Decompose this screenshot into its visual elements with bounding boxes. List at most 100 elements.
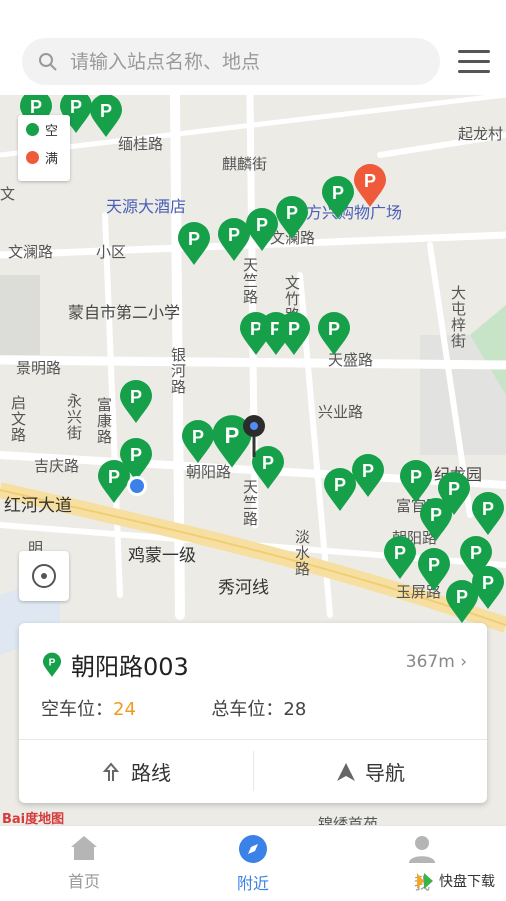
map-label: 启文路 [9,395,27,443]
legend-free-label: 空 [45,123,59,139]
station-stats: 空车位：24 总车位：28 [41,695,306,721]
map-label: 文澜路 [8,243,54,261]
navigate-label: 导航 [365,761,405,785]
svg-text:P: P [30,97,42,117]
svg-text:P: P [286,203,298,223]
map-label: 天竺路 [241,257,259,305]
menu-icon[interactable] [458,50,490,76]
parking-pin-free[interactable]: P [88,95,124,139]
map-label: 大屯梓街 [449,285,467,349]
legend-free: 空 [26,115,70,143]
route-label: 路线 [131,761,171,785]
svg-text:P: P [448,479,460,499]
map-label: 富康路 [95,397,113,445]
map-label: 天源大酒店 [106,197,187,216]
parking-pin-free[interactable]: P [320,175,356,221]
map-legend: 空 满 [18,115,70,181]
map-label: 永兴街 [65,393,83,441]
map-label: 蒙自市第二小学 [68,303,181,322]
svg-text:P: P [430,505,442,525]
full-dot-icon [26,150,39,164]
top-bar [0,0,506,95]
map-label: 吉庆路 [34,457,80,475]
watermark-text: 快盘下载 [439,874,495,890]
svg-text:P: P [192,427,204,447]
svg-text:P: P [328,319,340,339]
map-label: 文 [0,185,16,203]
map-label: 锦绣首苑 [318,815,379,825]
tab-home[interactable]: 首页 [24,834,144,892]
tab-nearby[interactable]: 附近 [193,834,313,894]
svg-text:P: P [364,171,376,191]
station-info-card[interactable]: P 朝阳路003 367m › 空车位：24 总车位：28 路线 导航 [19,623,487,803]
navigate-button[interactable]: 导航 [253,740,487,803]
map-label: 麒麟街 [222,155,268,173]
svg-text:P: P [228,225,240,245]
search-bar[interactable] [22,38,440,85]
parking-pin-free[interactable]: P [418,497,454,543]
parking-pin-free[interactable]: P [276,311,312,357]
svg-text:P: P [334,475,346,495]
svg-text:P: P [394,543,406,563]
svg-text:P: P [225,423,240,448]
parking-pin-full[interactable]: P [352,163,388,209]
locate-icon [32,564,56,588]
map-label: 淡水路 [293,529,311,577]
chevron-right-icon: › [460,652,467,672]
map-label: 小区 [96,243,127,261]
svg-text:P: P [288,319,300,339]
svg-text:P: P [70,97,82,117]
watermark: 快盘下载 [414,870,495,892]
map-label: 缅桂路 [118,135,164,153]
parking-pin-free[interactable]: P [350,453,386,499]
navigate-icon [337,762,355,781]
free-dot-icon [26,122,39,136]
station-title: P 朝阳路003 [41,647,189,682]
svg-text:P: P [482,573,494,593]
svg-text:P: P [130,387,142,407]
svg-text:P: P [362,461,374,481]
free-spaces-label: 空车位： [41,699,113,720]
svg-text:P: P [256,215,268,235]
map-label: 起龙村 [458,125,504,143]
map-label: 秀河线 [218,578,269,598]
parking-pin-free[interactable]: P [118,379,154,425]
search-input[interactable] [68,49,412,74]
svg-text:P: P [49,657,56,668]
station-distance-link[interactable]: 367m › [406,652,467,672]
parking-pin-free[interactable]: P [444,579,480,625]
locate-button[interactable] [19,551,69,601]
svg-text:P: P [456,587,468,607]
parking-pin-free[interactable]: P [316,311,352,357]
route-icon [102,761,120,781]
svg-text:P: P [108,467,120,487]
search-icon [39,52,57,71]
svg-text:P: P [428,555,440,575]
legend-full-label: 满 [45,151,59,167]
compass-icon [239,835,267,863]
current-location-marker [243,415,265,457]
tab-home-label: 首页 [67,872,100,891]
svg-text:P: P [410,467,422,487]
parking-pin-free[interactable]: P [382,535,418,581]
home-icon [71,836,97,860]
map-label: 鸡蒙一级 [128,546,196,566]
parking-icon: P [42,652,62,677]
map-label: 景明路 [16,359,62,377]
total-spaces-label: 总车位： [211,699,284,720]
my-location-dot [127,476,147,496]
legend-full: 满 [26,143,70,171]
parking-pin-free[interactable]: P [274,195,310,241]
parking-pin-free[interactable]: P [470,491,506,537]
svg-text:P: P [188,229,200,249]
map-label: 红河大道 [4,496,72,516]
route-button[interactable]: 路线 [19,740,253,803]
map-label: 兴业路 [318,403,364,421]
parking-pin-free[interactable]: P [176,221,212,267]
free-spaces-count: 24 [113,699,136,720]
tab-nearby-label: 附近 [236,874,269,893]
user-icon [409,836,435,863]
map-label: 银河路 [169,347,187,395]
svg-text:P: P [100,101,112,121]
svg-text:P: P [332,183,344,203]
